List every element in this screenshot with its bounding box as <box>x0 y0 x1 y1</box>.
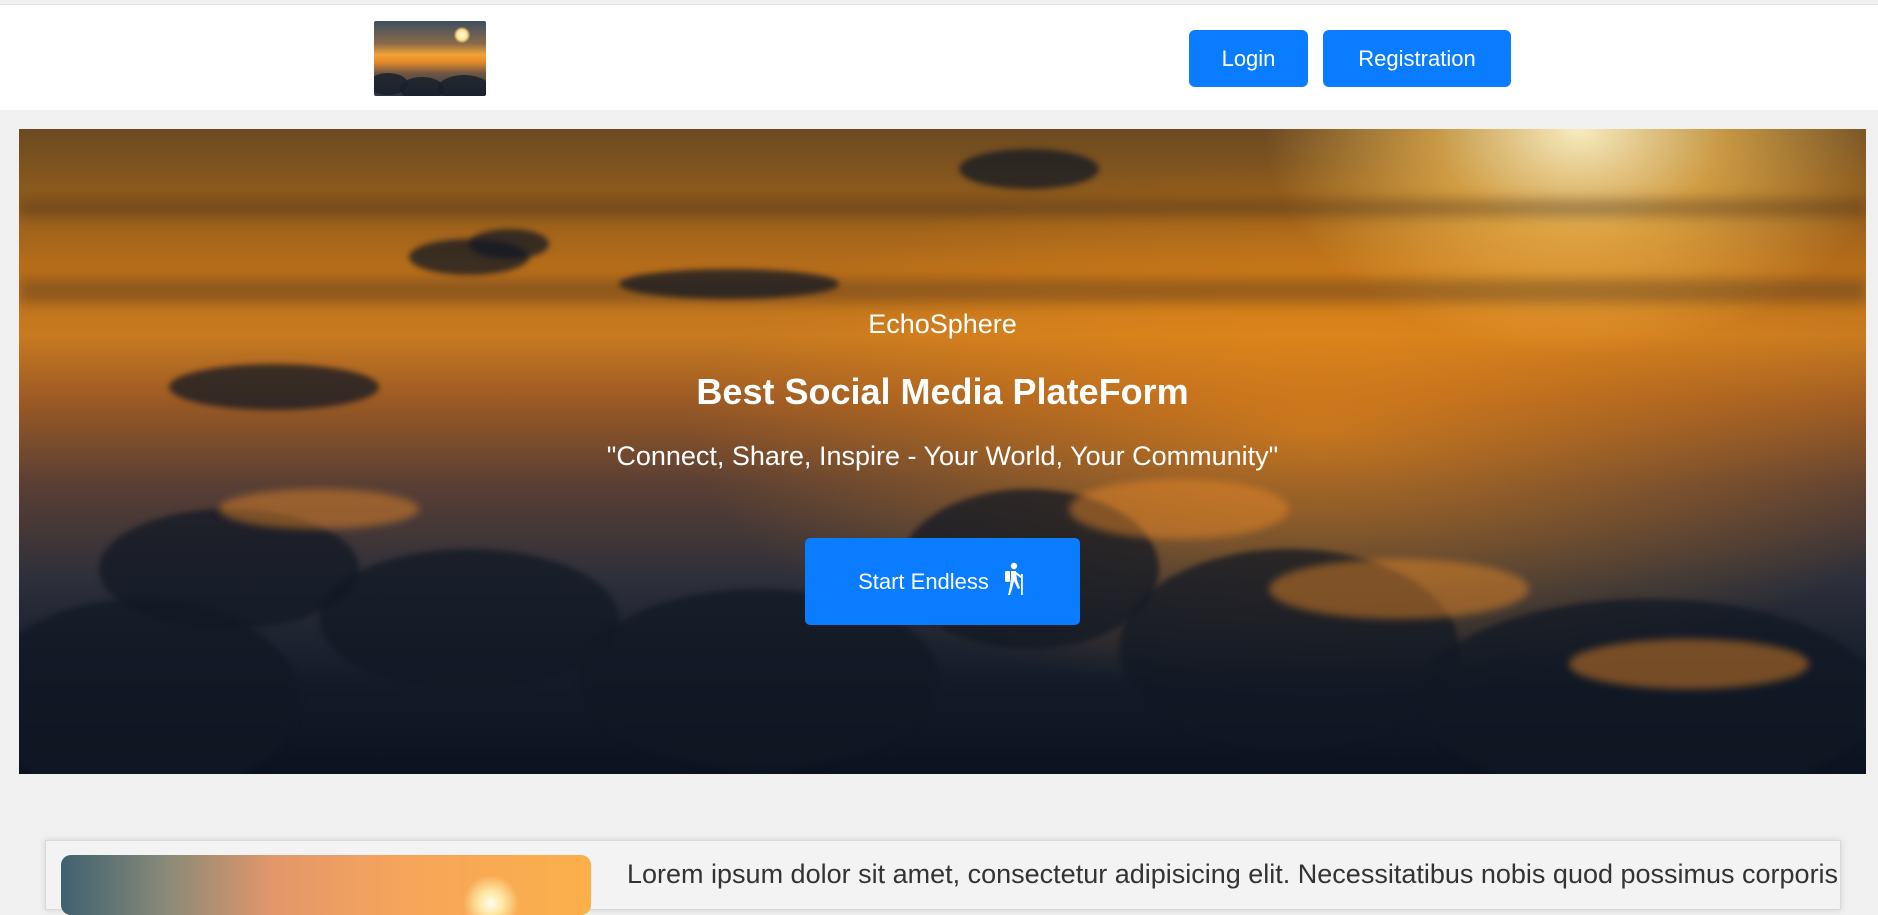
cloud-shape <box>959 149 1099 189</box>
hiking-person-icon <box>1001 562 1027 602</box>
logo-cloud <box>438 75 486 96</box>
feature-card: Lorem ipsum dolor sit amet, consectetur … <box>45 840 1841 915</box>
cloud-shape <box>219 489 419 529</box>
hero-tagline: "Connect, Share, Inspire - Your World, Y… <box>606 441 1279 471</box>
card-description: Lorem ipsum dolor sit amet, consectetur … <box>627 859 1839 889</box>
hero-headline: Best Social Media PlateForm <box>696 371 1189 412</box>
start-endless-button[interactable]: Start Endless <box>805 538 1080 625</box>
top-navbar: Login Registration <box>0 4 1878 110</box>
start-button-label: Start Endless <box>858 568 989 594</box>
cloud-shape <box>1569 639 1809 689</box>
card-image <box>61 855 591 915</box>
cloud-shape <box>319 549 619 689</box>
cloud-band <box>19 279 1866 303</box>
sun-graphic <box>454 27 470 43</box>
cloud-shape <box>1269 559 1529 619</box>
cloud-shape <box>1069 479 1289 539</box>
brand-name: EchoSphere <box>868 309 1017 339</box>
registration-button[interactable]: Registration <box>1323 30 1511 87</box>
cloud-shape <box>469 229 549 259</box>
site-logo[interactable] <box>374 21 486 96</box>
cloud-shape <box>619 269 839 299</box>
hero-banner: EchoSphere Best Social Media PlateForm "… <box>19 129 1866 774</box>
login-button[interactable]: Login <box>1189 30 1308 87</box>
cloud-band <box>19 199 1866 217</box>
